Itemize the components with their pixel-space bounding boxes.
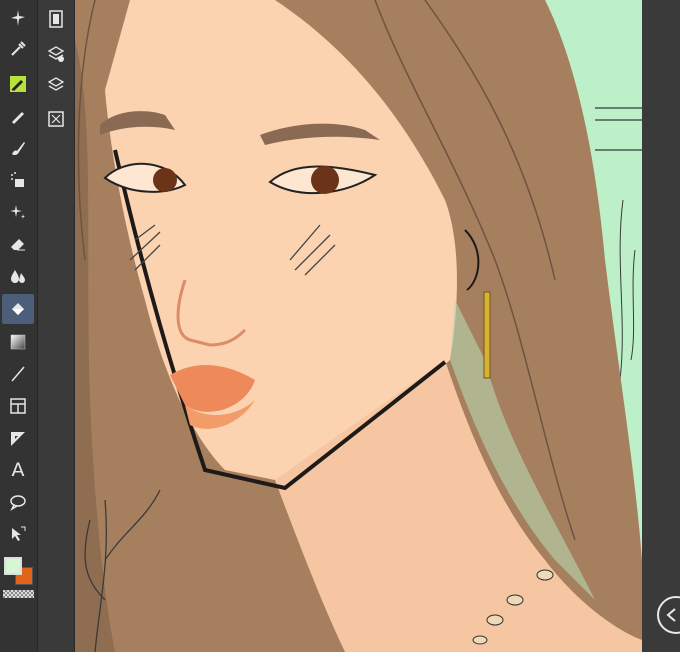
layers-icon[interactable]	[42, 72, 70, 98]
sparkle-decoration-icon[interactable]	[2, 198, 34, 226]
airbrush-icon[interactable]	[2, 166, 34, 194]
layer-property-icon[interactable]	[42, 41, 70, 67]
chevron-left-icon	[666, 608, 676, 622]
navigator-icon[interactable]	[42, 106, 70, 132]
line-figure-icon[interactable]	[2, 360, 34, 388]
eyedropper-icon[interactable]	[2, 35, 34, 63]
pen-icon[interactable]	[2, 70, 34, 98]
artwork-illustration	[75, 0, 642, 652]
frame-border-icon[interactable]	[2, 392, 34, 420]
operation-icon[interactable]	[2, 520, 34, 548]
main-color-swatch[interactable]	[4, 557, 22, 575]
text-icon[interactable]: A	[2, 456, 34, 484]
ruler-icon[interactable]	[2, 424, 34, 452]
pencil-icon[interactable]	[2, 102, 34, 130]
fill-icon[interactable]	[2, 294, 34, 324]
right-panel-edge	[642, 0, 680, 652]
blend-icon[interactable]	[2, 262, 34, 290]
film-strip-icon[interactable]	[42, 6, 70, 32]
text-tool-label: A	[11, 458, 25, 481]
balloon-icon[interactable]	[2, 488, 34, 516]
command-bar	[38, 0, 75, 652]
gradient-icon[interactable]	[2, 328, 34, 356]
brush-icon[interactable]	[2, 134, 34, 162]
eraser-icon[interactable]	[2, 230, 34, 258]
transparent-color-swatch[interactable]	[3, 590, 34, 598]
drawing-canvas[interactable]	[75, 0, 642, 652]
magic-wand-icon[interactable]	[2, 4, 34, 32]
tool-palette: A	[0, 0, 38, 652]
